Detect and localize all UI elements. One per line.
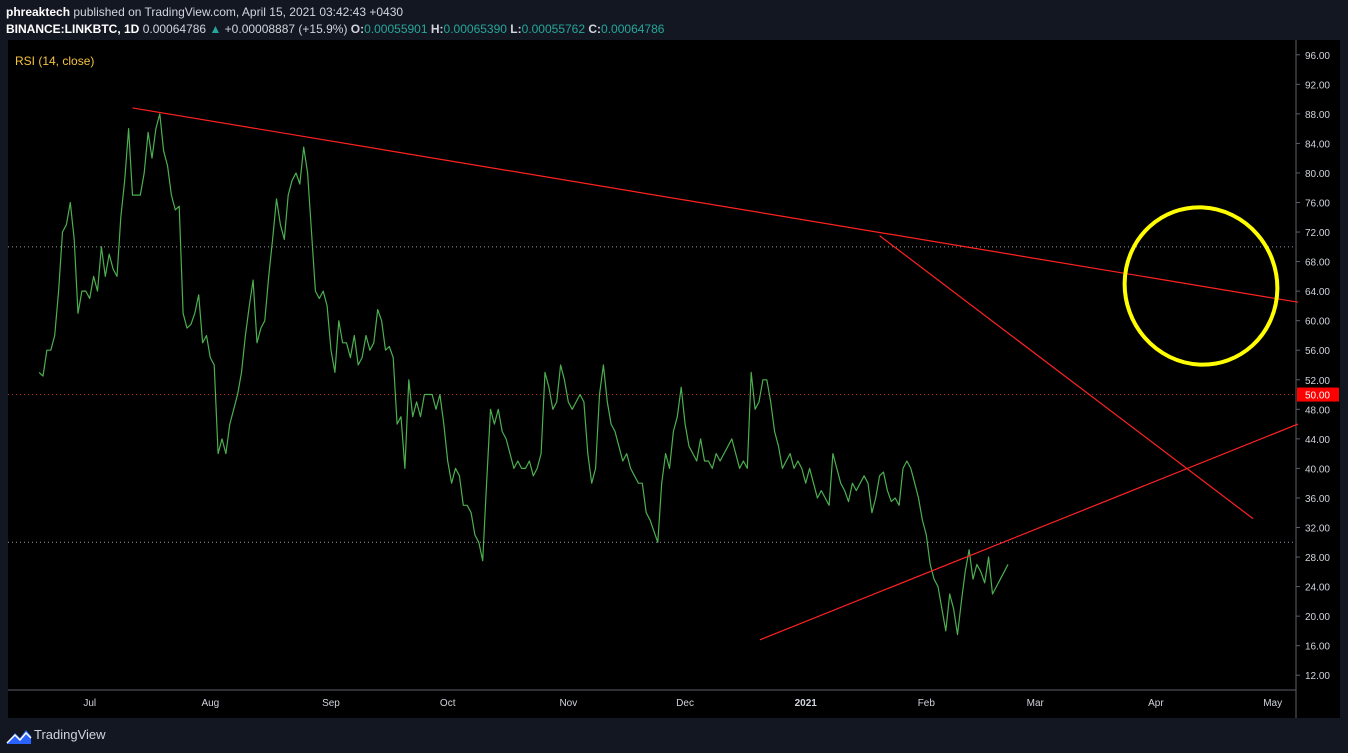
high-value: 0.00065390	[443, 22, 507, 36]
high-label: H:	[430, 22, 444, 36]
x-tick-label: May	[1263, 698, 1282, 709]
chart-area[interactable]: 12.00 16.00 20.00 24.00 28.00 32.00 36.00 40.00…	[0, 40, 1348, 723]
y-tick-label: 84.00	[1305, 139, 1330, 150]
y-tick-label: 16.00	[1305, 642, 1330, 653]
y-tick-label: 24.00	[1305, 583, 1330, 594]
x-tick-label: Feb	[918, 698, 936, 709]
open-value: 0.00055901	[364, 22, 428, 36]
x-tick-label: Jul	[83, 698, 96, 709]
y-tick-label: 72.00	[1305, 228, 1330, 239]
close-label: C:	[588, 22, 602, 36]
y-tick-label: 88.00	[1305, 110, 1330, 121]
x-tick-label: Apr	[1148, 698, 1164, 709]
x-tick-label: Mar	[1027, 698, 1045, 709]
low-label: L:	[510, 22, 522, 36]
y-tick-label: 48.00	[1305, 405, 1330, 416]
y-tick-label: 64.00	[1305, 287, 1330, 298]
y-tick-label: 60.00	[1305, 317, 1330, 328]
symbol-name[interactable]: BINANCE:LINKBTC, 1D	[6, 22, 139, 36]
author-name[interactable]: phreaktech	[6, 5, 70, 19]
low-value: 0.00055762	[521, 22, 586, 36]
rsi-chart[interactable]: 12.00 16.00 20.00 24.00 28.00 32.00 36.00 40.00…	[0, 40, 1348, 718]
y-tick-label: 28.00	[1305, 553, 1330, 564]
y-tick-label: 20.00	[1305, 612, 1330, 623]
tradingview-brand[interactable]: TradingView	[34, 727, 106, 742]
x-tick-label: 2021	[795, 698, 818, 709]
close-value: 0.00064786	[601, 22, 665, 36]
y-tick-label: 40.00	[1305, 464, 1330, 475]
x-tick-label: Dec	[676, 698, 694, 709]
y-tick-label: 92.00	[1305, 80, 1330, 91]
tradingview-logo-icon[interactable]	[6, 727, 32, 745]
x-tick-label: Nov	[559, 698, 577, 709]
price-change: +0.00008887 (+15.9%)	[224, 22, 348, 36]
footer: TradingView	[0, 718, 1348, 753]
y-tick-label: 96.00	[1305, 51, 1330, 62]
published-text: published on TradingView.com, April 15, …	[73, 5, 404, 19]
plot-background	[8, 40, 1296, 690]
y-tick-label: 32.00	[1305, 524, 1330, 535]
chart-header: phreaktech published on TradingView.com,…	[0, 0, 1348, 40]
y-tick-label: 80.00	[1305, 169, 1330, 180]
indicator-title[interactable]: RSI (14, close)	[15, 54, 94, 68]
y-tick-label: 76.00	[1305, 199, 1330, 210]
y-tick-label: 36.00	[1305, 494, 1330, 505]
x-tick-label: Oct	[440, 698, 456, 709]
symbol-info: BINANCE:LINKBTC, 1D 0.00064786 ▲ +0.0000…	[6, 22, 664, 36]
y-tick-label: 68.00	[1305, 258, 1330, 269]
x-tick-label: Sep	[322, 698, 340, 709]
x-tick-label: Aug	[201, 698, 219, 709]
y-tick-label: 12.00	[1305, 671, 1330, 682]
open-label: O:	[350, 22, 365, 36]
change-arrow-icon: ▲	[209, 22, 222, 36]
publish-info: phreaktech published on TradingView.com,…	[6, 5, 403, 19]
y-tick-label: 56.00	[1305, 346, 1330, 357]
level-50-badge-label: 50.00	[1305, 391, 1330, 402]
last-price: 0.00064786	[142, 22, 207, 36]
y-tick-label: 52.00	[1305, 376, 1330, 387]
level-50-badge: 50.00	[1297, 387, 1339, 402]
y-tick-label: 44.00	[1305, 435, 1330, 446]
